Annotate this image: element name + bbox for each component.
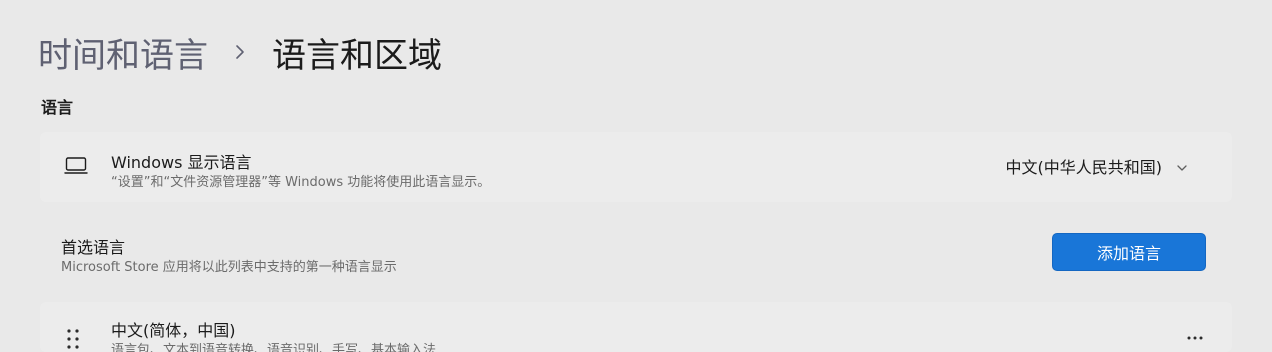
display-language-title: Windows 显示语言 (111, 153, 252, 172)
display-language-selected-value: 中文(中华人民共和国) (1005, 158, 1163, 177)
chevron-down-icon (1176, 157, 1188, 176)
settings-page: 时间和语言 语言和区域 语言 Windows 显示语言 “设置”和“文件资源管理… (0, 0, 1272, 352)
display-language-description: “设置”和“文件资源管理器”等 Windows 功能将使用此语言显示。 (111, 175, 491, 190)
breadcrumb-parent-link[interactable]: 时间和语言 (38, 28, 208, 77)
preferred-languages-title: 首选语言 (61, 238, 126, 257)
chevron-right-icon (222, 42, 258, 62)
add-language-button[interactable]: 添加语言 (1052, 233, 1206, 271)
display-language-dropdown[interactable]: 中文(中华人民共和国) (1006, 154, 1189, 178)
language-list-item[interactable]: 中文(简体，中国) 语言包、文本到语音转换、语音识别、手写、基本输入法 (40, 302, 1232, 352)
section-heading-language: 语言 (41, 98, 74, 117)
more-options-icon[interactable] (1186, 326, 1204, 345)
laptop-icon (64, 156, 88, 180)
language-features: 语言包、文本到语音转换、语音识别、手写、基本输入法 (111, 343, 437, 352)
preferred-languages-header: 首选语言 Microsoft Store 应用将以此列表中支持的第一种语言显示 … (40, 218, 1232, 290)
preferred-languages-description: Microsoft Store 应用将以此列表中支持的第一种语言显示 (61, 260, 397, 275)
breadcrumb: 时间和语言 语言和区域 (38, 28, 442, 76)
page-title: 语言和区域 (272, 35, 442, 76)
language-name: 中文(简体，中国) (111, 321, 236, 340)
display-language-card: Windows 显示语言 “设置”和“文件资源管理器”等 Windows 功能将… (40, 132, 1232, 202)
drag-handle-icon[interactable] (66, 328, 80, 352)
